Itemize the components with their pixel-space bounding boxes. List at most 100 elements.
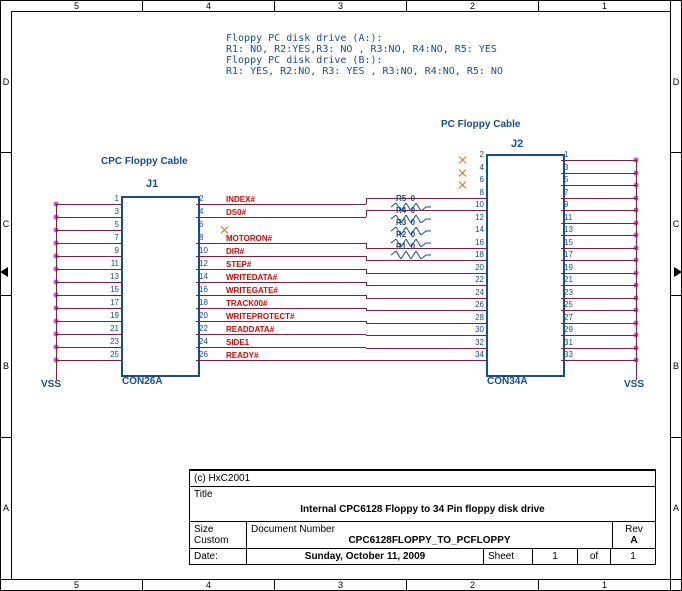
pin-number: 18	[471, 250, 484, 259]
pin-number: 4	[199, 207, 203, 216]
config-text: Floppy PC disk drive (A:): R1: NO, R2:YE…	[226, 33, 503, 77]
net-wire	[561, 160, 636, 161]
connector-j1	[121, 196, 200, 377]
pin-number: 5	[109, 220, 119, 229]
signal-wire	[196, 347, 366, 348]
net-wire	[561, 298, 636, 299]
docnum-label: Document Number	[251, 524, 608, 535]
resistor-label: R5 0	[396, 194, 415, 203]
pin-number: 24	[199, 337, 208, 346]
title-text: Internal CPC6128 Floppy to 34 Pin floppy…	[194, 504, 651, 515]
signal-label: TRACK00#	[226, 299, 267, 308]
ruler-cell: 2	[407, 1, 539, 11]
pin-number: 26	[199, 350, 208, 359]
resistor-label: R1 0	[396, 242, 415, 251]
pin-number: 14	[199, 272, 208, 281]
schematic-sheet: Floppy PC disk drive (A:): R1: NO, R2:YE…	[26, 26, 656, 565]
net-wire	[56, 321, 121, 322]
net-wire	[56, 347, 121, 348]
pin-number: 3	[564, 163, 568, 172]
j1-title: CPC Floppy Cable	[101, 156, 188, 167]
pin-number: 6	[471, 175, 484, 184]
docnum-value: CPC6128FLOPPY_TO_PCFLOPPY	[251, 535, 608, 546]
ruler-cell: 3	[275, 1, 407, 11]
pin-number: 17	[564, 250, 573, 259]
signal-label: WRITEDATA#	[226, 273, 277, 282]
rev-label: Rev	[617, 524, 651, 535]
net-wire	[56, 360, 121, 361]
pin-number: 21	[564, 275, 573, 284]
net-wire	[56, 334, 121, 335]
pin-number: 16	[471, 238, 484, 247]
resistor-label: R3 0	[396, 218, 415, 227]
pin-number: 34	[471, 350, 484, 359]
net-wire	[561, 185, 636, 186]
pin-number: 7	[109, 233, 119, 242]
ground-bus	[56, 204, 57, 380]
ruler-cell: 1	[539, 580, 671, 590]
arrow-right	[674, 267, 682, 277]
schematic-frame: 54321 54321 DCBA DCBA Floppy PC disk dri…	[0, 0, 682, 591]
net-wire	[56, 230, 121, 231]
signal-wire	[196, 256, 366, 257]
net-wire	[56, 256, 121, 257]
pin-number: 28	[471, 313, 484, 322]
net-wire	[561, 348, 636, 349]
net-wire	[561, 223, 636, 224]
j2-ref: J2	[511, 138, 523, 150]
signal-label: DS0#	[226, 208, 246, 217]
pin-number: 32	[471, 338, 484, 347]
signal-wire	[366, 360, 486, 361]
signal-label: WRITEGATE#	[226, 286, 278, 295]
pin-number: 20	[199, 311, 208, 320]
ruler-cell: 2	[407, 580, 539, 590]
pin-number: 29	[564, 325, 573, 334]
j1-ref: J1	[146, 178, 158, 190]
signal-wire	[366, 348, 486, 349]
pin-number: 20	[471, 263, 484, 272]
pin-number: 19	[564, 263, 573, 272]
size-label: Size	[194, 524, 242, 535]
ruler-cell: B	[671, 296, 681, 438]
pin-number: 23	[564, 288, 573, 297]
signal-wire	[196, 360, 366, 361]
signal-wire	[196, 295, 366, 296]
sheet-n: 1	[532, 549, 577, 564]
signal-label: INDEX#	[226, 195, 255, 204]
pin-number: 16	[199, 285, 208, 294]
signal-wire	[196, 308, 366, 309]
vss-left: VSS	[41, 379, 61, 390]
signal-label: DIR#	[226, 247, 244, 256]
resistor-label: R4 0	[396, 206, 415, 215]
ruler-left: DCBA	[1, 11, 11, 580]
signal-wire	[366, 260, 486, 261]
date-value: Sunday, October 11, 2009	[246, 549, 483, 564]
signal-wire	[196, 217, 366, 218]
pin-number: 18	[199, 298, 208, 307]
sheet-of: of	[577, 549, 610, 564]
ruler-cell: 5	[11, 1, 143, 11]
signal-label: MOTORON#	[226, 234, 272, 243]
size-value: Custom	[194, 535, 242, 546]
pin-number: 10	[199, 246, 208, 255]
pin-number: 21	[109, 324, 119, 333]
signal-wire	[366, 310, 486, 311]
net-wire	[56, 308, 121, 309]
signal-wire	[196, 204, 366, 205]
no-connect-icon	[457, 180, 467, 190]
net-wire	[56, 204, 121, 205]
pin-number: 22	[199, 324, 208, 333]
pin-number: 15	[109, 285, 119, 294]
net-wire	[561, 285, 636, 286]
pin-number: 33	[564, 350, 573, 359]
pin-number: 1	[564, 150, 568, 159]
pin-number: 26	[471, 300, 484, 309]
pin-number: 12	[199, 259, 208, 268]
pin-number: 10	[471, 200, 484, 209]
pin-number: 11	[564, 213, 572, 222]
net-wire	[561, 335, 636, 336]
pin-number: 2	[471, 150, 484, 159]
resistor-label: R2 0	[396, 230, 415, 239]
pin-number: 17	[109, 298, 119, 307]
net-wire	[56, 295, 121, 296]
